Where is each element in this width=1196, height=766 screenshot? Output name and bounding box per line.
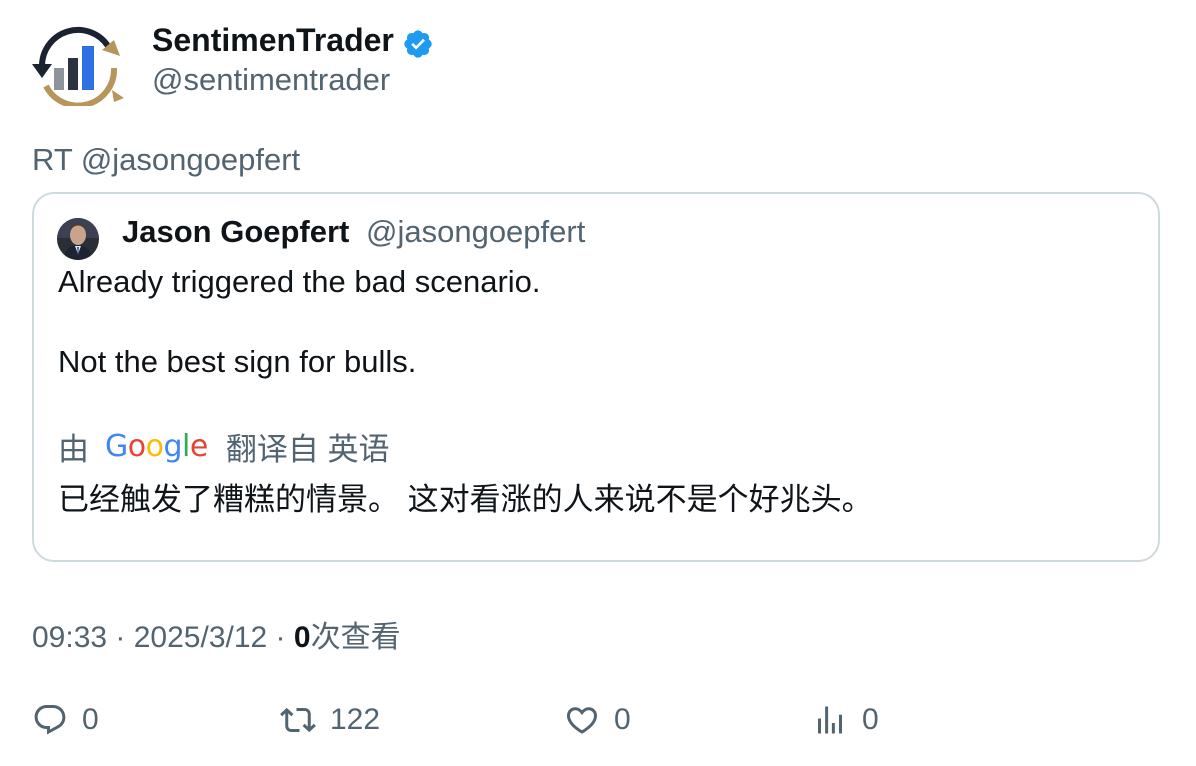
like-count: 0: [614, 703, 631, 736]
author-display-name[interactable]: SentimenTrader: [152, 22, 394, 59]
quoted-text-line-2: Not the best sign for bulls.: [58, 344, 417, 379]
retweet-count: 122: [330, 703, 381, 736]
translated-from-label[interactable]: 翻译自 英语: [226, 424, 390, 469]
reply-icon: [34, 705, 66, 735]
retweet-icon: [280, 707, 316, 733]
like-button[interactable]: 0: [564, 700, 631, 740]
translation-by-label: 由: [58, 431, 89, 467]
tweet-meta: 09:33 · 2025/3/12 · 0次查看: [32, 612, 401, 656]
verified-badge-icon: [402, 28, 434, 60]
tweet-date[interactable]: 2025/3/12: [134, 621, 267, 654]
translation-attribution: 由 Google 翻译自 英语: [58, 424, 401, 468]
quoted-text-line-1: Already triggered the bad scenario.: [58, 264, 541, 299]
retweet-button[interactable]: 122: [280, 700, 380, 740]
quoted-author-avatar[interactable]: [57, 218, 99, 260]
quoted-author-display-name[interactable]: Jason Goepfert: [122, 214, 349, 250]
views-label: 次查看: [310, 621, 401, 654]
author-handle[interactable]: @sentimentrader: [152, 62, 390, 98]
reply-button[interactable]: 0: [32, 700, 99, 740]
author-avatar[interactable]: [30, 24, 126, 109]
heart-icon: [566, 707, 598, 734]
bar-chart-icon: [818, 706, 842, 734]
quoted-author-handle[interactable]: @jasongoepfert: [366, 214, 585, 250]
views-action-count: 0: [862, 703, 879, 736]
meta-separator: ·: [107, 621, 134, 654]
google-logo: Google: [105, 428, 208, 464]
views-count: 0: [293, 621, 311, 654]
meta-separator: ·: [267, 621, 294, 654]
sentimentrader-logo-icon: [32, 26, 124, 109]
translated-text: 已经触发了糟糕的情景。 这对看涨的人来说不是个好兆头。: [58, 482, 873, 517]
profile-photo-icon: [57, 218, 99, 260]
views-button[interactable]: 0: [812, 700, 879, 740]
retweet-attribution: RT @jasongoepfert: [32, 142, 301, 177]
tweet-time[interactable]: 09:33: [32, 621, 107, 654]
reply-count: 0: [82, 703, 99, 736]
